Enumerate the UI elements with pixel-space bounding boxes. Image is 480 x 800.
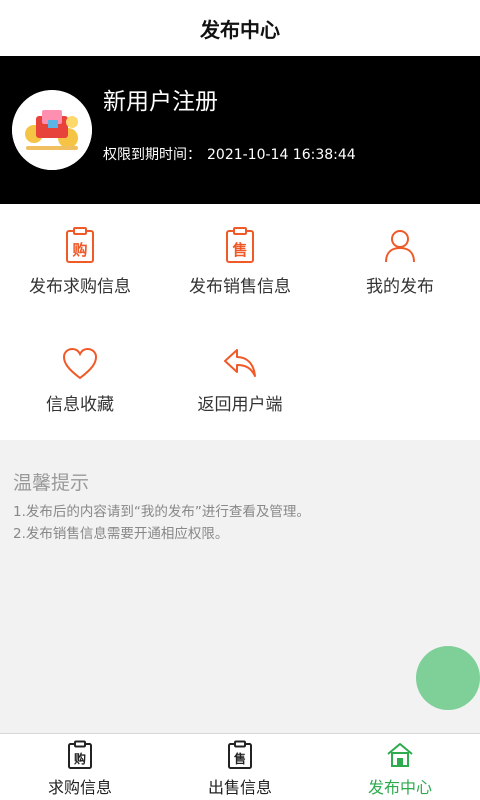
- back-to-user-button[interactable]: 返回用户端: [160, 322, 320, 440]
- tab-buy-info-label: 求购信息: [47, 778, 112, 797]
- permission-expiry: 权限到期时间： 2021-10-14 16:38:44: [103, 144, 356, 164]
- return-arrow-icon: [224, 349, 256, 377]
- favorites-label: 信息收藏: [46, 395, 114, 415]
- publish-buy-label: 发布求购信息: [29, 277, 131, 297]
- avatar[interactable]: [12, 90, 92, 170]
- clipboard-sell-icon: 售: [226, 227, 254, 263]
- favorites-button[interactable]: 信息收藏: [0, 322, 160, 440]
- tips-line: 2.发布销售信息需要开通相应权限。: [13, 526, 229, 542]
- tab-buy-info[interactable]: 购 求购信息: [0, 734, 160, 800]
- floating-action-button[interactable]: [416, 646, 480, 710]
- tips-panel: 温馨提示 1.发布后的内容请到“我的发布”进行查看及管理。 2.发布销售信息需要…: [0, 440, 480, 733]
- top-bar: 发布中心: [0, 0, 480, 56]
- tab-sell-info-label: 出售信息: [207, 778, 272, 797]
- back-to-user-label: 返回用户端: [197, 395, 283, 415]
- publish-buy-button[interactable]: 购 发布求购信息: [0, 204, 160, 322]
- permission-expiry-label: 权限到期时间：: [103, 147, 201, 163]
- svg-text:售: 售: [234, 751, 246, 766]
- tab-publish-center[interactable]: 发布中心: [320, 734, 480, 800]
- tips-line: 1.发布后的内容请到“我的发布”进行查看及管理。: [13, 504, 310, 520]
- clipboard-buy-icon: 购: [68, 740, 92, 769]
- bottom-tab-bar: 购 求购信息 售 出售信息 发布中心: [0, 733, 480, 800]
- action-grid: 购 发布求购信息 售 发布销售信息 我的发布 信息收藏 返回用户端: [0, 204, 480, 440]
- clipboard-buy-icon: 购: [66, 227, 94, 263]
- svg-text:购: 购: [74, 751, 86, 766]
- profile-panel: 新用户注册 权限到期时间： 2021-10-14 16:38:44: [0, 56, 480, 204]
- profile-name[interactable]: 新用户注册: [103, 82, 218, 116]
- my-posts-button[interactable]: 我的发布: [320, 204, 480, 322]
- my-posts-label: 我的发布: [366, 277, 434, 297]
- tips-title: 温馨提示: [13, 472, 90, 494]
- publish-sell-label: 发布销售信息: [189, 277, 291, 297]
- permission-expiry-value: 2021-10-14 16:38:44: [207, 147, 356, 163]
- user-icon: [385, 230, 415, 263]
- page-title: 发布中心: [200, 17, 280, 42]
- svg-text:购: 购: [72, 241, 87, 259]
- svg-text:售: 售: [232, 241, 247, 259]
- heart-icon: [62, 347, 98, 380]
- home-icon: [387, 743, 413, 767]
- tab-publish-center-label: 发布中心: [367, 778, 432, 797]
- tab-sell-info[interactable]: 售 出售信息: [160, 734, 320, 800]
- clipboard-sell-icon: 售: [228, 740, 252, 769]
- publish-sell-button[interactable]: 售 发布销售信息: [160, 204, 320, 322]
